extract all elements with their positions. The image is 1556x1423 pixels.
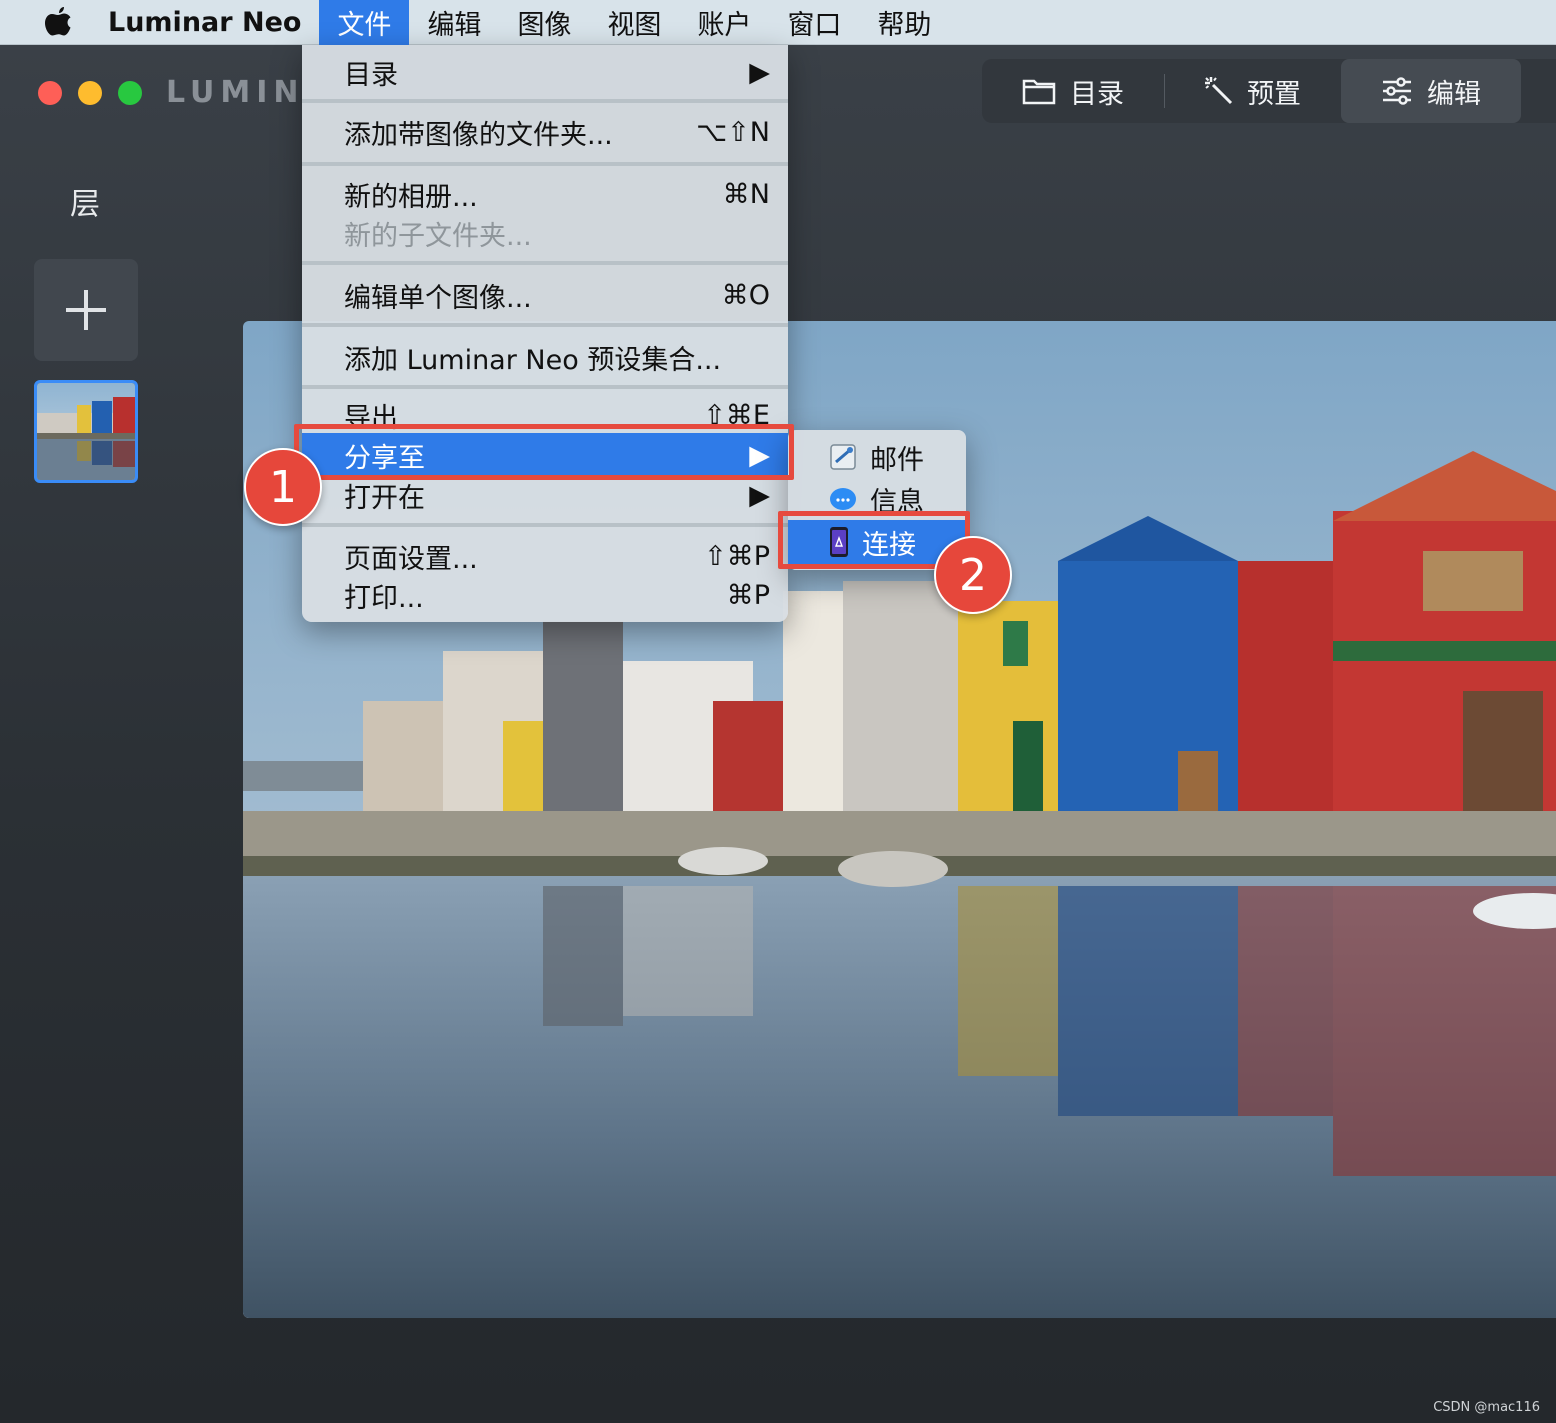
tab-catalog-label: 目录: [1070, 78, 1124, 110]
file-menu-dropdown: 目录 ▶ 添加带图像的文件夹... ⌥⇧N 新的相册... ⌘N 新的子文件夹.…: [302, 45, 788, 622]
share-item-mail-label: 邮件: [870, 444, 924, 476]
shortcut-label: ⌥⇧N: [696, 116, 770, 148]
menu-item-new-subfolder: 新的子文件夹...: [302, 213, 788, 253]
menu-item-new-subfolder-label: 新的子文件夹...: [344, 220, 532, 252]
app-name-menu[interactable]: Luminar Neo: [108, 7, 301, 38]
menu-separator: [302, 162, 788, 166]
menu-separator: [302, 323, 788, 327]
step-badge-2: 2: [934, 536, 1012, 614]
menu-item-catalog[interactable]: 目录 ▶: [302, 47, 788, 97]
menu-item-add-presets[interactable]: 添加 Luminar Neo 预设集合...: [302, 331, 788, 383]
menu-bar: Luminar Neo 文件 编辑 图像 视图 账户 窗口 帮助: [0, 0, 1556, 45]
plus-icon: [66, 290, 106, 330]
mode-tabs: 目录 预置 编辑: [982, 59, 1556, 123]
shortcut-label: ⌘P: [726, 579, 770, 611]
menu-item-add-folder[interactable]: 添加带图像的文件夹... ⌥⇧N: [302, 107, 788, 157]
tab-catalog[interactable]: 目录: [982, 59, 1164, 123]
menu-item-print[interactable]: 打印... ⌘P: [302, 573, 788, 617]
menu-item-new-album-label: 新的相册...: [344, 181, 478, 213]
menu-file[interactable]: 文件: [319, 0, 410, 45]
app-logo-text: LUMIN: [166, 75, 305, 110]
add-layer-button[interactable]: [34, 259, 138, 361]
sliders-icon: [1383, 77, 1411, 105]
mail-app-icon: [830, 444, 856, 470]
menu-separator: [302, 99, 788, 103]
menu-separator: [302, 523, 788, 527]
tab-edit[interactable]: 编辑: [1341, 59, 1521, 123]
zoom-window-button[interactable]: [118, 81, 142, 105]
menu-item-open-in[interactable]: 打开在 ▶: [302, 475, 788, 515]
layer-thumbnail[interactable]: [34, 380, 138, 483]
menu-image[interactable]: 图像: [499, 0, 589, 45]
menu-help[interactable]: 帮助: [859, 0, 949, 45]
messages-app-icon: [830, 488, 856, 510]
menu-item-add-folder-label: 添加带图像的文件夹...: [344, 119, 613, 151]
menu-item-add-presets-label: 添加 Luminar Neo 预设集合...: [344, 344, 722, 376]
menu-item-catalog-label: 目录: [344, 59, 398, 91]
minimize-window-button[interactable]: [78, 81, 102, 105]
submenu-arrow-icon: ▶: [749, 56, 770, 88]
apple-logo-icon[interactable]: [36, 0, 80, 45]
tab-edit-label: 编辑: [1427, 78, 1481, 110]
menu-view[interactable]: 视图: [589, 0, 679, 45]
shortcut-label: ⇧⌘P: [704, 540, 770, 572]
shortcut-label: ⌘N: [722, 178, 770, 210]
share-item-mail[interactable]: 邮件: [788, 436, 966, 478]
tab-presets[interactable]: 预置: [1165, 59, 1341, 123]
tab-presets-label: 预置: [1247, 78, 1301, 110]
close-window-button[interactable]: [38, 81, 62, 105]
watermark-text: CSDN @mac116: [1433, 1400, 1540, 1415]
menu-item-print-label: 打印...: [344, 582, 424, 614]
layers-panel-title: 层: [70, 187, 100, 222]
menu-edit[interactable]: 编辑: [409, 0, 499, 45]
menu-window[interactable]: 窗口: [769, 0, 859, 45]
highlight-box-share-to: [294, 424, 794, 480]
menu-item-edit-single-image[interactable]: 编辑单个图像... ⌘O: [302, 269, 788, 321]
menu-separator: [302, 261, 788, 265]
magic-wand-icon: [1205, 77, 1233, 105]
menu-account[interactable]: 账户: [679, 0, 769, 45]
menu-separator: [302, 385, 788, 389]
menu-item-edit-single-label: 编辑单个图像...: [344, 282, 532, 314]
menu-item-open-in-label: 打开在: [344, 482, 425, 514]
menu-item-page-setup-label: 页面设置...: [344, 543, 478, 575]
menu-item-new-album[interactable]: 新的相册... ⌘N: [302, 171, 788, 217]
shortcut-label: ⌘O: [721, 279, 770, 311]
folder-icon: [1022, 79, 1056, 105]
step-badge-1: 1: [244, 448, 322, 526]
submenu-arrow-icon: ▶: [749, 479, 770, 511]
